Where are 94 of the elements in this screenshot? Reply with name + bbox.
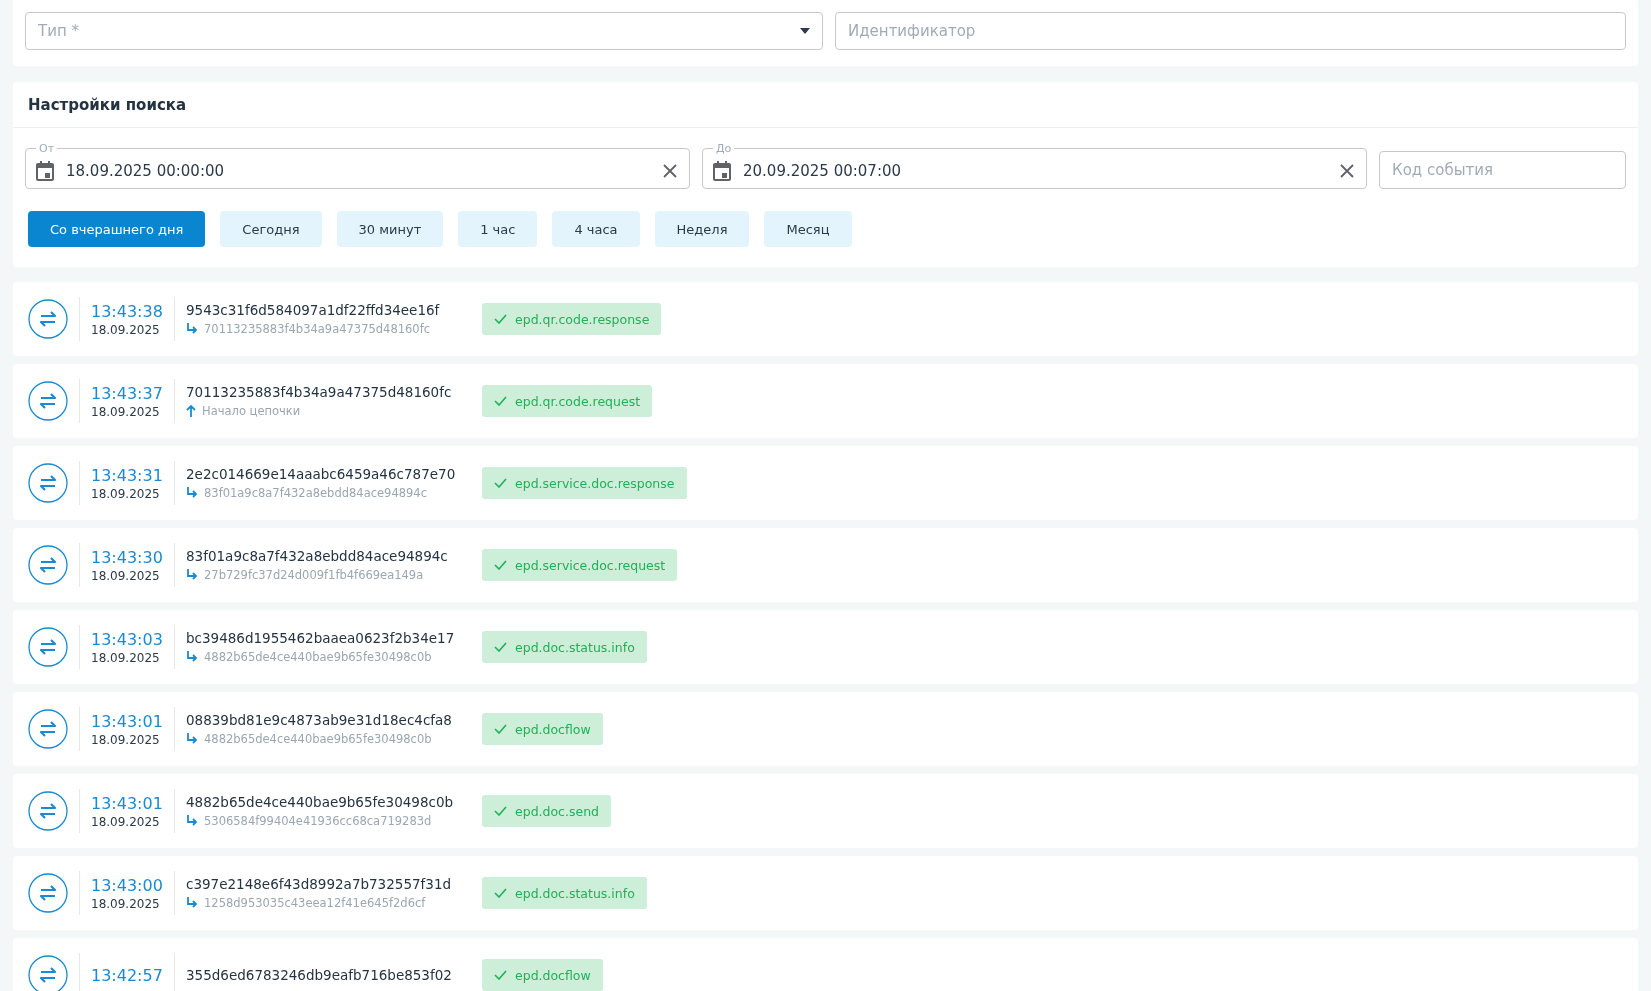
calendar-icon[interactable] xyxy=(36,161,54,181)
period-preset-button[interactable]: Месяц xyxy=(764,211,852,247)
type-input[interactable]: Тип * xyxy=(38,22,788,40)
event-time: 13:43:01 xyxy=(91,793,163,813)
exchange-arrows-icon xyxy=(28,545,68,585)
event-id: 4882b65de4ce440bae9b65fe30498c0b xyxy=(186,794,455,810)
event-date: 18.09.2025 xyxy=(91,650,161,665)
return-arrow-icon xyxy=(186,487,198,499)
field-label: До xyxy=(715,143,733,154)
up-arrow-icon xyxy=(186,405,196,417)
event-row[interactable]: 13:43:01 18.09.2025 4882b65de4ce440bae9b65fe30498c0b 5306584f99404e41936cc68ca719283d epd.doc.send xyxy=(13,774,1638,848)
event-type-tag: epd.doc.send xyxy=(482,795,612,827)
return-arrow-icon xyxy=(186,651,198,663)
event-date: 18.09.2025 xyxy=(91,322,161,337)
exchange-arrows-icon xyxy=(28,627,68,667)
exchange-arrows-icon xyxy=(28,709,68,749)
event-type-tag: epd.service.doc.response xyxy=(482,467,687,499)
check-icon xyxy=(494,642,507,652)
event-type-tag: epd.docflow xyxy=(482,959,603,991)
event-date: 18.09.2025 xyxy=(91,568,161,583)
event-id: 08839bd81e9c4873ab9e31d18ec4cfa8 xyxy=(186,712,453,728)
clear-icon[interactable] xyxy=(663,164,677,178)
event-time: 13:43:37 xyxy=(91,383,163,403)
return-arrow-icon xyxy=(186,733,198,745)
event-date: 18.09.2025 xyxy=(91,486,161,501)
event-date: 18.09.2025 xyxy=(91,732,161,747)
check-icon xyxy=(494,396,507,406)
event-id: 9543c31f6d584097a1df22ffd34ee16f xyxy=(186,302,441,318)
check-icon xyxy=(494,560,507,570)
event-id: 355d6ed6783246db9eafb716be853f02 xyxy=(186,967,453,983)
check-icon xyxy=(494,806,507,816)
event-id: c397e2148e6f43d8992a7b732557f31d xyxy=(186,876,453,892)
section-title: Настройки поиска xyxy=(13,82,1638,128)
event-type-tag: epd.doc.status.info xyxy=(482,631,647,663)
event-id: bc39486d1955462baaea0623f2b34e17 xyxy=(186,630,456,646)
check-icon xyxy=(494,478,507,488)
return-arrow-icon xyxy=(186,897,198,909)
exchange-arrows-icon xyxy=(28,463,68,503)
event-date: 18.09.2025 xyxy=(91,814,161,829)
exchange-arrows-icon xyxy=(28,955,68,991)
date-input[interactable]: 20.09.2025 00:07:00 xyxy=(743,162,1328,180)
event-date: 18.09.2025 xyxy=(91,896,161,911)
event-id: 83f01a9c8a7f432a8ebdd84ace94894c xyxy=(186,548,449,564)
period-preset-button[interactable]: 4 часа xyxy=(552,211,640,247)
event-time: 13:43:30 xyxy=(91,547,163,567)
event-row[interactable]: 13:43:00 18.09.2025 c397e2148e6f43d8992a7b732557f31d 1258d953035c43eea12f41e645f2d6cf epd.doc.status.info xyxy=(13,856,1638,930)
date-from-field[interactable]: От 18.09.2025 00:00:00 xyxy=(25,143,690,189)
event-time: 13:43:03 xyxy=(91,629,163,649)
exchange-arrows-icon xyxy=(28,791,68,831)
period-preset-button[interactable]: 30 минут xyxy=(336,211,444,247)
exchange-arrows-icon xyxy=(28,381,68,421)
period-preset-button[interactable]: Сегодня xyxy=(220,211,322,247)
period-preset-button[interactable]: 1 час xyxy=(458,211,538,247)
event-type-tag: epd.qr.code.response xyxy=(482,303,662,335)
event-row[interactable]: 13:42:57 355d6ed6783246db9eafb716be853f02 epd.docflow xyxy=(13,938,1638,991)
event-row[interactable]: 13:43:37 18.09.2025 70113235883f4b34a9a47375d48160fc Начало цепочки epd.qr.code.request xyxy=(13,364,1638,438)
event-code-field[interactable]: Код события xyxy=(1379,151,1626,189)
check-icon xyxy=(494,314,507,324)
event-row[interactable]: 13:43:38 18.09.2025 9543c31f6d584097a1df22ffd34ee16f 70113235883f4b34a9a47375d48160fc epd.qr.code.response xyxy=(13,282,1638,356)
event-time: 13:43:00 xyxy=(91,875,163,895)
dropdown-caret-icon[interactable] xyxy=(800,28,810,34)
identifier-field[interactable]: Идентификатор xyxy=(835,12,1626,50)
event-time: 13:43:31 xyxy=(91,465,163,485)
event-row[interactable]: 13:43:31 18.09.2025 2e2c014669e14aaabc6459a46c787e70 83f01a9c8a7f432a8ebdd84ace94894c epd.service.doc.response xyxy=(13,446,1638,520)
return-arrow-icon xyxy=(186,569,198,581)
event-date: 18.09.2025 xyxy=(91,404,161,419)
date-input[interactable]: 18.09.2025 00:00:00 xyxy=(66,162,651,180)
event-type-tag: epd.doc.status.info xyxy=(482,877,647,909)
event-type-tag: epd.service.doc.request xyxy=(482,549,678,581)
check-icon xyxy=(494,888,507,898)
period-preset-button[interactable]: Неделя xyxy=(654,211,750,247)
check-icon xyxy=(494,724,507,734)
return-arrow-icon xyxy=(186,815,198,827)
event-type-tag: epd.qr.code.request xyxy=(482,385,653,417)
event-id: 70113235883f4b34a9a47375d48160fc xyxy=(186,384,453,400)
event-row[interactable]: 13:43:01 18.09.2025 08839bd81e9c4873ab9e31d18ec4cfa8 4882b65de4ce440bae9b65fe30498c0b epd.docflow xyxy=(13,692,1638,766)
event-time: 13:43:38 xyxy=(91,301,163,321)
exchange-arrows-icon xyxy=(28,873,68,913)
clear-icon[interactable] xyxy=(1340,164,1354,178)
date-to-field[interactable]: До 20.09.2025 00:07:00 xyxy=(702,143,1367,189)
return-arrow-icon xyxy=(186,323,198,335)
chain-start-label: Начало цепочки xyxy=(202,404,301,418)
event-id: 2e2c014669e14aaabc6459a46c787e70 xyxy=(186,466,457,482)
exchange-arrows-icon xyxy=(28,299,68,339)
check-icon xyxy=(494,970,507,980)
event-time: 13:42:57 xyxy=(91,965,163,985)
event-time: 13:43:01 xyxy=(91,711,163,731)
event-row[interactable]: 13:43:30 18.09.2025 83f01a9c8a7f432a8ebdd84ace94894c 27b729fc37d24d009f1fb4f669ea149a epd.service.doc.request xyxy=(13,528,1638,602)
event-type-tag: epd.docflow xyxy=(482,713,603,745)
calendar-icon[interactable] xyxy=(713,161,731,181)
field-label: От xyxy=(38,143,56,154)
type-select[interactable]: Тип * xyxy=(25,12,823,50)
event-row[interactable]: 13:43:03 18.09.2025 bc39486d1955462baaea0623f2b34e17 4882b65de4ce440bae9b65fe30498c0b epd.doc.status.info xyxy=(13,610,1638,684)
period-preset-button[interactable]: Со вчерашнего дня xyxy=(28,211,206,247)
